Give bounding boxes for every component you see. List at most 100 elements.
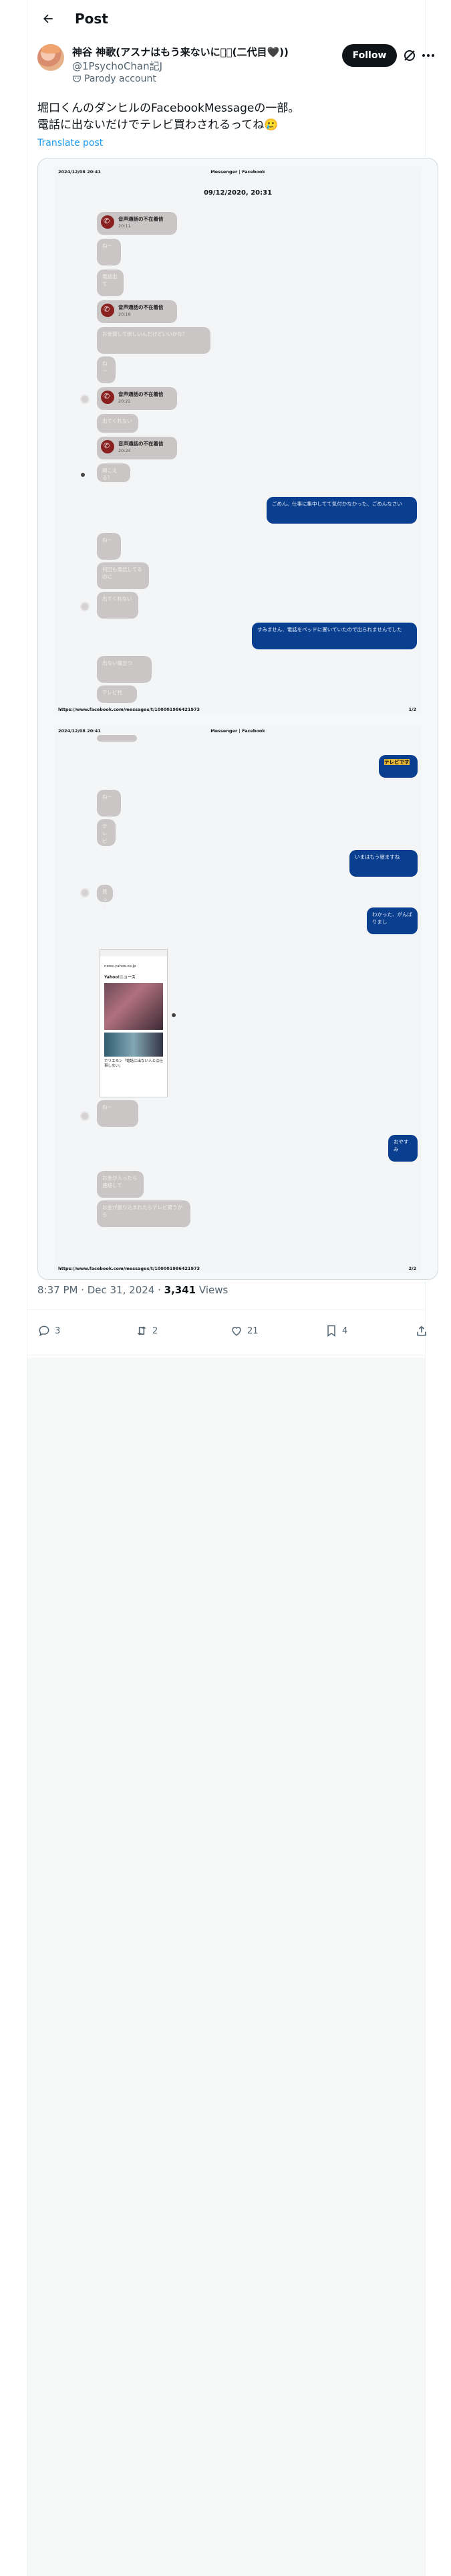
message-bubble-in: テレビ bbox=[97, 819, 116, 846]
messenger-page-1: 2024/12/08 20:41 Messenger | Facebook 09… bbox=[54, 167, 422, 715]
post-timestamp[interactable]: 8:37 PM · Dec 31, 2024 bbox=[37, 1284, 154, 1296]
page-footer-url: https://www.facebook.com/messages/t/1000… bbox=[58, 707, 200, 712]
arrow-left-icon bbox=[43, 14, 53, 23]
phone-icon bbox=[101, 391, 114, 404]
phone-icon bbox=[101, 215, 114, 229]
shared-link-url: news.yahoo.co.jp bbox=[104, 964, 136, 968]
message-bubble-in: 出ない腹立つ bbox=[97, 656, 152, 683]
shared-link-caption: ホリエモン「電話に出ない人とは仕事しない」 bbox=[104, 1059, 164, 1068]
page-number: 1/2 bbox=[408, 707, 416, 712]
call-time: 20:24 bbox=[118, 448, 131, 453]
seen-indicator bbox=[172, 1013, 176, 1017]
share-icon bbox=[417, 1325, 426, 1336]
page-footer: https://www.facebook.com/messages/t/1000… bbox=[54, 704, 422, 715]
like-button[interactable]: 21 bbox=[230, 1319, 259, 1343]
parody-badge: Parody account bbox=[72, 74, 156, 84]
browser-bar bbox=[100, 950, 167, 956]
message-bubble-out: いまはもう寝ますね bbox=[349, 850, 418, 877]
avatar bbox=[81, 1112, 89, 1120]
bookmark-icon bbox=[327, 1325, 335, 1337]
message-bubble-out: テレビです bbox=[379, 755, 418, 778]
post-author: 神谷 神歌(アスナはもう来ないにょ🏽(二代目🖤)) @1PsychoChan記J… bbox=[37, 44, 434, 91]
mask-icon bbox=[73, 76, 81, 82]
missed-call-bubble: 音声通話の不在着信 20:24 bbox=[97, 437, 177, 459]
call-time: 20:11 bbox=[118, 223, 131, 229]
page-header-title: Messenger | Facebook bbox=[210, 728, 265, 734]
messenger-page-2: 2024/12/08 20:41 Messenger | Facebook テレ… bbox=[54, 726, 422, 1274]
call-title: 音声通話の不在着信 bbox=[118, 391, 164, 397]
page-header: 2024/12/08 20:41 Messenger | Facebook bbox=[54, 167, 422, 177]
post-meta: 8:37 PM · Dec 31, 2024 · 3,341 Views bbox=[37, 1284, 228, 1296]
repost-icon bbox=[137, 1326, 146, 1335]
message-bubble-in: 買って bbox=[97, 885, 113, 909]
shared-link-image bbox=[104, 983, 163, 1030]
phone-icon bbox=[101, 440, 114, 453]
like-count: 21 bbox=[247, 1325, 259, 1336]
page-number: 2/2 bbox=[408, 1266, 416, 1271]
translate-post-link[interactable]: Translate post bbox=[37, 138, 103, 148]
message-bubble-out: おやすみ bbox=[388, 1135, 418, 1162]
author-display-name[interactable]: 神谷 神歌(アスナはもう来ないにょ🏽(二代目🖤)) bbox=[72, 45, 289, 59]
page-title: Post bbox=[75, 11, 108, 27]
avatar bbox=[81, 889, 89, 897]
meta-separator: · bbox=[158, 1284, 164, 1296]
message-bubble-in: お金貸して欲しいんだけどいいかな？ bbox=[97, 327, 210, 354]
message-bubble-in: 電話出て bbox=[97, 270, 124, 296]
post-actions: 3 2 21 4 bbox=[37, 1319, 435, 1343]
message-bubble-in: ねー bbox=[97, 533, 121, 560]
bookmark-button[interactable]: 4 bbox=[325, 1319, 347, 1343]
page-footer: https://www.facebook.com/messages/t/1000… bbox=[54, 1263, 422, 1274]
more-options-icon[interactable] bbox=[420, 47, 436, 64]
reply-area bbox=[27, 1358, 426, 2576]
call-title: 音声通話の不在着信 bbox=[118, 441, 164, 447]
message-bubble-in: ねー bbox=[97, 356, 116, 383]
reply-icon bbox=[39, 1325, 49, 1337]
page-header-title: Messenger | Facebook bbox=[210, 169, 265, 175]
missed-call-bubble: 音声通話の不在着信 20:11 bbox=[97, 212, 177, 235]
message-bubble-out: ごめん、仕事に集中してて気付かなかった、ごめんなさい bbox=[267, 497, 417, 524]
call-time: 20:16 bbox=[118, 312, 131, 317]
message-bubble-in: 聞こえる？ bbox=[97, 463, 130, 482]
follow-button[interactable]: Follow bbox=[342, 44, 397, 67]
avatar[interactable] bbox=[37, 44, 64, 71]
reply-button[interactable]: 3 bbox=[37, 1319, 60, 1343]
post-text-line: 堀口くんのダンヒルのFacebookMessageの一部。 bbox=[37, 102, 300, 115]
divider bbox=[27, 1309, 424, 1310]
avatar bbox=[81, 395, 89, 403]
avatar bbox=[81, 603, 89, 611]
post-text: 堀口くんのダンヒルのFacebookMessageの一部。 電話に出ないだけでテ… bbox=[37, 100, 412, 134]
message-bubble-in: ねー bbox=[97, 1100, 138, 1127]
highlighted-text: テレビです bbox=[384, 759, 410, 765]
message-bubble-in: テレビ代 bbox=[97, 685, 137, 703]
message-bubble-in: ねー bbox=[97, 239, 121, 265]
repost-button[interactable]: 2 bbox=[135, 1319, 158, 1343]
message-bubble-in: 出てくれない bbox=[97, 414, 138, 433]
page-footer-url: https://www.facebook.com/messages/t/1000… bbox=[58, 1266, 200, 1271]
repost-count: 2 bbox=[152, 1325, 158, 1336]
top-bar: Post bbox=[27, 0, 424, 37]
message-bubble-out: すみません、電話をベッドに置いていたので出られませんでした bbox=[252, 623, 417, 649]
shared-link-preview: news.yahoo.co.jp Yahoo!ニュース ホリエモン「電話に出ない… bbox=[100, 949, 168, 1097]
shared-link-title: Yahoo!ニュース bbox=[104, 975, 136, 980]
bookmark-count: 4 bbox=[342, 1325, 348, 1336]
call-title: 音声通話の不在着信 bbox=[118, 216, 164, 222]
seen-indicator bbox=[81, 473, 85, 477]
message-bubble-in bbox=[97, 735, 137, 742]
missed-call-bubble: 音声通話の不在着信 20:16 bbox=[97, 300, 177, 323]
call-time: 20:22 bbox=[118, 399, 131, 404]
heart-icon bbox=[232, 1327, 241, 1336]
author-handle[interactable]: @1PsychoChan記J bbox=[72, 59, 162, 73]
message-bubble-in: お金が振り込まれたらテレビ買うから bbox=[97, 1200, 190, 1227]
shared-link-image bbox=[104, 1033, 163, 1057]
share-button[interactable] bbox=[415, 1319, 428, 1343]
grok-icon[interactable] bbox=[402, 47, 418, 64]
back-button[interactable] bbox=[36, 7, 60, 31]
view-count: 3,341 bbox=[164, 1284, 196, 1296]
chat-date: 09/12/2020, 20:31 bbox=[203, 189, 273, 197]
phone-icon bbox=[101, 304, 114, 317]
message-bubble-in: 出てくれない bbox=[97, 592, 138, 619]
message-bubble-out: わかった、がんばりまし bbox=[367, 907, 418, 934]
parody-badge-label: Parody account bbox=[84, 74, 156, 84]
post-image[interactable]: 2024/12/08 20:41 Messenger | Facebook 09… bbox=[37, 158, 438, 1280]
message-bubble-in: 何回も電話してるのに bbox=[97, 562, 149, 589]
